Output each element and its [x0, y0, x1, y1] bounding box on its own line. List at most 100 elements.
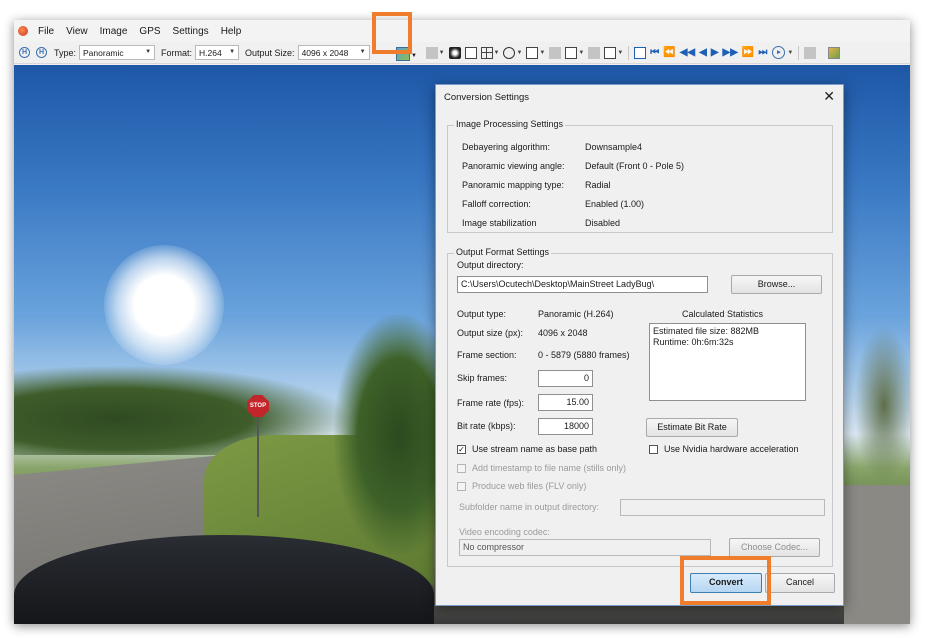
rewind-icon[interactable]: ◀◀ [680, 47, 695, 58]
falloff-value: Enabled (1.00) [585, 199, 645, 209]
h-circle-icon[interactable]: H [19, 47, 30, 58]
h-circle-icon-2[interactable]: H [36, 47, 47, 58]
grid-icon[interactable] [480, 46, 493, 59]
add-timestamp-checkbox[interactable]: Add timestamp to file name (stills only) [457, 463, 626, 473]
skip-frames-label: Skip frames: [457, 373, 508, 383]
export-icon[interactable] [828, 46, 841, 59]
add-timestamp-label: Add timestamp to file name (stills only) [472, 463, 627, 473]
chevron-down-icon: ▼ [516, 49, 523, 56]
menu-view[interactable]: View [66, 26, 88, 37]
menu-file[interactable]: File [38, 26, 54, 37]
chevron-down-icon: ▼ [617, 49, 624, 56]
use-nvidia-checkbox[interactable]: Use Nvidia hardware acceleration [649, 444, 799, 454]
output-size-label: Output Size: [245, 47, 295, 58]
subfolder-label: Subfolder name in output directory: [459, 502, 600, 512]
first-frame-icon[interactable]: ⏮ [650, 47, 659, 58]
group-title: Image Processing Settings [454, 119, 566, 129]
render-icon[interactable] [448, 46, 461, 59]
output-directory-label: Output directory: [457, 260, 524, 270]
format-label: Format: [161, 47, 193, 58]
check-icon: ✓ [457, 444, 466, 454]
use-stream-name-label: Use stream name as base path [472, 444, 598, 454]
mapping-type-value: Radial [585, 180, 611, 190]
menu-bar: File View Image GPS Settings Help [14, 20, 910, 42]
checkbox-empty-icon [457, 463, 466, 473]
forward-fast-icon[interactable]: ⏩ [742, 47, 754, 58]
produce-web-label: Produce web files (FLV only) [472, 481, 587, 491]
sign-pole [257, 417, 259, 517]
disabled-tool-icon [588, 46, 601, 59]
disabled-tool-icon [549, 46, 562, 59]
viewing-angle-value: Default (Front 0 - Pole 5) [585, 161, 685, 171]
dialog-title: Conversion Settings [444, 92, 530, 103]
rewind-fast-icon[interactable]: ⏪ [663, 47, 675, 58]
checkbox-empty-icon [649, 444, 658, 454]
app-icon [18, 26, 28, 36]
play-icon[interactable]: ▶ [711, 47, 719, 58]
browse-button[interactable]: Browse... [731, 275, 822, 294]
choose-codec-button[interactable]: Choose Codec... [729, 538, 820, 557]
frame-section-value: 0 - 5879 (5880 frames) [538, 350, 630, 360]
falloff-label: Falloff correction: [462, 199, 531, 209]
image-icon[interactable] [604, 46, 617, 59]
calculated-statistics-title: Calculated Statistics [682, 309, 764, 319]
crop-icon[interactable] [526, 46, 539, 59]
estimate-bit-rate-button[interactable]: Estimate Bit Rate [646, 418, 738, 437]
chevron-down-icon: ▼ [539, 49, 546, 56]
subfolder-input[interactable] [620, 499, 825, 516]
bit-rate-input[interactable]: 18000 [538, 418, 593, 435]
output-directory-input[interactable]: C:\Users\Ocutech\Desktop\MainStreet Lady… [457, 276, 708, 293]
produce-web-checkbox[interactable]: Produce web files (FLV only) [457, 481, 586, 491]
convert-highlight [680, 556, 771, 605]
forward-icon[interactable]: ▶▶ [723, 47, 738, 58]
debayering-label: Debayering algorithm: [462, 142, 551, 152]
output-size-select[interactable]: 4096 x 2048 ▼ [297, 45, 370, 60]
step-back-icon[interactable]: ◀ [699, 47, 707, 58]
film-icon[interactable] [565, 46, 578, 59]
toolbar: H H Type: Panoramic ▼ Format: H.264 ▼ Ou… [14, 42, 910, 64]
sun-glare [104, 245, 224, 365]
chevron-down-icon: ▼ [229, 49, 236, 55]
toolbar-separator [628, 45, 630, 60]
group-title: Output Format Settings [454, 247, 552, 257]
chevron-down-icon: ▼ [787, 49, 794, 56]
stabilization-value: Disabled [585, 218, 621, 228]
frame-rate-label: Frame rate (fps): [457, 398, 525, 408]
last-frame-icon[interactable]: ⏭ [758, 47, 767, 58]
play-circle-icon[interactable]: ▸ [772, 46, 786, 59]
output-type-value: Panoramic (H.264) [538, 309, 614, 319]
mapping-type-label: Panoramic mapping type: [462, 180, 565, 190]
frame-icon[interactable] [464, 46, 477, 59]
viewing-angle-label: Panoramic viewing angle: [462, 161, 565, 171]
timeline-icon[interactable] [634, 46, 647, 59]
toolbar-highlight [372, 12, 412, 54]
output-size-select-value: 4096 x 2048 [301, 47, 349, 58]
close-icon[interactable]: ✕ [823, 89, 835, 103]
menu-help[interactable]: Help [221, 26, 242, 37]
menu-gps[interactable]: GPS [139, 26, 160, 37]
format-select[interactable]: H.264 ▼ [195, 45, 240, 60]
menu-image[interactable]: Image [100, 26, 128, 37]
chevron-down-icon: ▼ [359, 49, 366, 55]
estimated-file-size: Estimated file size: 882MB [653, 326, 760, 336]
output-size-value: 4096 x 2048 [538, 328, 588, 338]
type-select[interactable]: Panoramic ▼ [79, 45, 156, 60]
bit-rate-label: Bit rate (kbps): [457, 421, 516, 431]
disabled-tool-icon [425, 46, 438, 59]
codec-field: No compressor [459, 539, 711, 556]
toolbar-separator [798, 45, 800, 60]
camera-icon[interactable] [503, 46, 516, 59]
use-stream-name-checkbox[interactable]: ✓ Use stream name as base path [457, 444, 597, 454]
checkbox-empty-icon [457, 481, 466, 491]
debayering-value: Downsample4 [585, 142, 643, 152]
chevron-down-icon: ▼ [438, 49, 445, 56]
frame-rate-input[interactable]: 15.00 [538, 394, 593, 411]
conversion-settings-dialog: Conversion Settings ✕ Image Processing S… [435, 84, 844, 606]
use-nvidia-label: Use Nvidia hardware acceleration [664, 444, 799, 454]
trees-far-right [854, 325, 910, 485]
menu-settings[interactable]: Settings [173, 26, 209, 37]
cancel-button[interactable]: Cancel [765, 573, 835, 593]
format-select-value: H.264 [199, 47, 222, 58]
skip-frames-input[interactable]: 0 [538, 370, 593, 387]
chevron-down-icon: ▼ [578, 49, 585, 56]
